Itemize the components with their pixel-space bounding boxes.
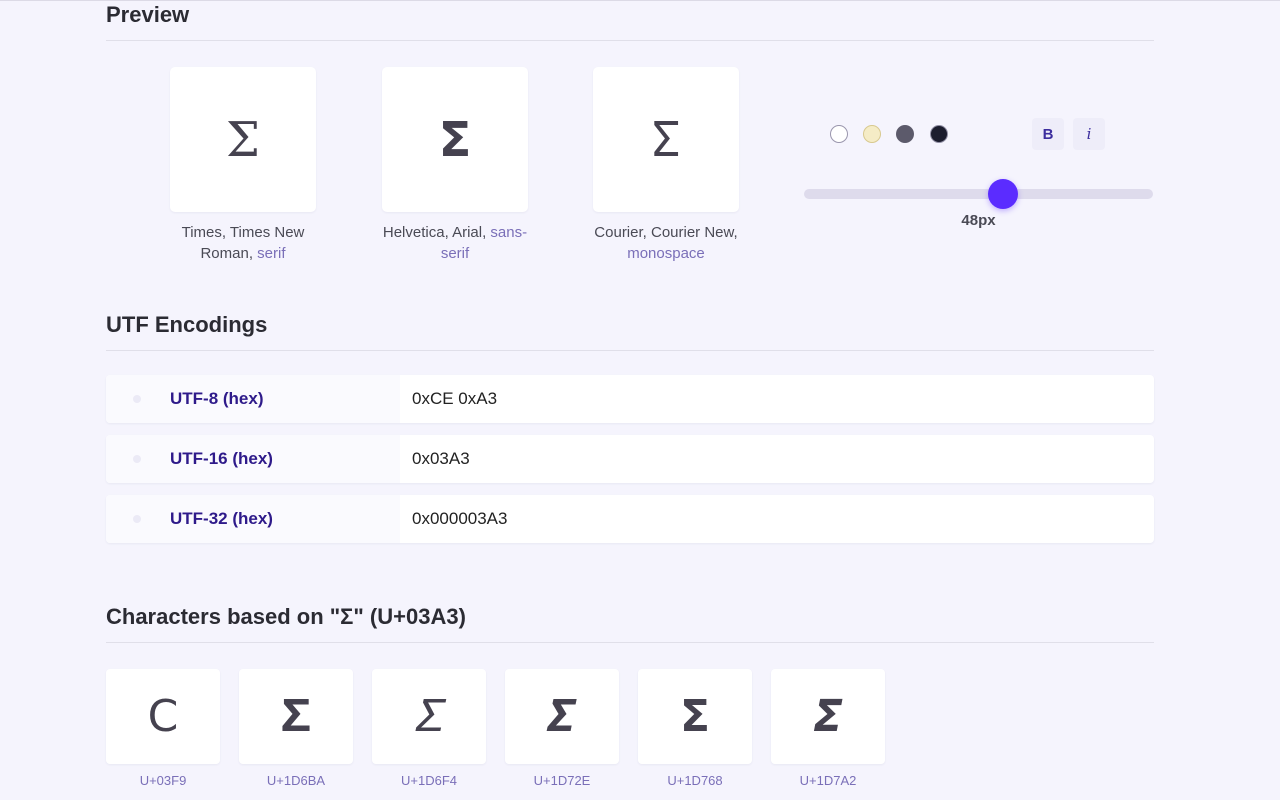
encoding-label-cell: UTF-16 (hex)	[106, 435, 400, 483]
encoding-label: UTF-16 (hex)	[170, 449, 273, 468]
color-swatch-black[interactable]	[930, 125, 948, 143]
char-glyph: 𝞢	[771, 669, 885, 764]
encoding-label: UTF-8 (hex)	[170, 389, 264, 408]
font-family-name: monospace	[627, 245, 705, 262]
preview-section: Preview Σ Times, Times New Roman, serif …	[106, 2, 1154, 262]
preview-glyph-sans: Σ	[382, 67, 528, 212]
char-code: U+1D768	[667, 773, 723, 788]
bullet-icon	[133, 455, 141, 463]
encoding-label-cell: UTF-8 (hex)	[106, 375, 400, 423]
char-card[interactable]: 𝜮 U+1D72E	[505, 669, 619, 788]
bold-button[interactable]: B	[1032, 118, 1064, 150]
char-code: U+1D7A2	[799, 773, 857, 788]
font-size-value: 48px	[961, 212, 996, 229]
char-glyph: 𝝨	[638, 669, 752, 764]
italic-button[interactable]: i	[1073, 118, 1105, 150]
related-characters-section: Characters based on "Σ" (U+03A3) Ϲ U+03F…	[106, 604, 1154, 788]
encoding-row-utf16: UTF-16 (hex) 0x03A3	[106, 435, 1154, 483]
char-card[interactable]: Ϲ U+03F9	[106, 669, 220, 788]
font-size-slider[interactable]	[804, 179, 1153, 209]
bullet-icon	[133, 515, 141, 523]
preview-card-serif: Σ Times, Times New Roman, serif	[170, 67, 316, 264]
utf-heading: UTF Encodings	[106, 312, 1154, 351]
char-glyph: 𝜮	[505, 669, 619, 764]
char-card[interactable]: 𝞢 U+1D7A2	[771, 669, 885, 788]
top-divider	[0, 0, 1280, 1]
font-caption-sans: Helvetica, Arial, sans-serif	[382, 222, 528, 264]
char-code: U+03F9	[139, 773, 187, 788]
char-glyph: Ϲ	[106, 669, 220, 764]
preview-card-mono: Σ Courier, Courier New, monospace	[593, 67, 739, 264]
utf-encodings-section: UTF Encodings UTF-8 (hex) 0xCE 0xA3 UTF-…	[106, 312, 1154, 543]
char-card[interactable]: 𝛴 U+1D6F4	[372, 669, 486, 788]
encoding-label: UTF-32 (hex)	[170, 509, 273, 528]
encoding-row-utf32: UTF-32 (hex) 0x000003A3	[106, 495, 1154, 543]
font-family-name: serif	[257, 245, 286, 262]
font-caption-serif: Times, Times New Roman, serif	[170, 222, 316, 264]
encoding-value: 0x03A3	[412, 449, 470, 468]
bullet-icon	[133, 395, 141, 403]
encoding-value: 0x000003A3	[412, 509, 508, 528]
char-card[interactable]: 𝝨 U+1D768	[638, 669, 752, 788]
char-code: U+1D6F4	[401, 773, 457, 788]
char-code: U+1D72E	[533, 773, 591, 788]
preview-heading: Preview	[106, 2, 1154, 41]
font-caption-prefix: Courier, Courier New,	[594, 224, 738, 241]
related-heading: Characters based on "Σ" (U+03A3)	[106, 604, 1154, 643]
char-glyph: 𝛴	[372, 669, 486, 764]
char-code: U+1D6BA	[266, 773, 326, 788]
color-swatch-white[interactable]	[830, 125, 848, 143]
char-glyph: 𝚺	[239, 669, 353, 764]
encoding-label-cell: UTF-32 (hex)	[106, 495, 400, 543]
encoding-row-utf8: UTF-8 (hex) 0xCE 0xA3	[106, 375, 1154, 423]
font-caption-mono: Courier, Courier New, monospace	[593, 222, 739, 264]
font-caption-prefix: Helvetica, Arial,	[382, 224, 491, 241]
encoding-value: 0xCE 0xA3	[412, 389, 498, 408]
preview-glyph-mono: Σ	[593, 67, 739, 212]
char-card[interactable]: 𝚺 U+1D6BA	[239, 669, 353, 788]
color-swatch-cream[interactable]	[863, 125, 881, 143]
preview-glyph-serif: Σ	[170, 67, 316, 212]
slider-handle[interactable]	[987, 179, 1018, 209]
preview-card-sans: Σ Helvetica, Arial, sans-serif	[382, 67, 528, 264]
color-swatch-gray[interactable]	[896, 125, 914, 143]
